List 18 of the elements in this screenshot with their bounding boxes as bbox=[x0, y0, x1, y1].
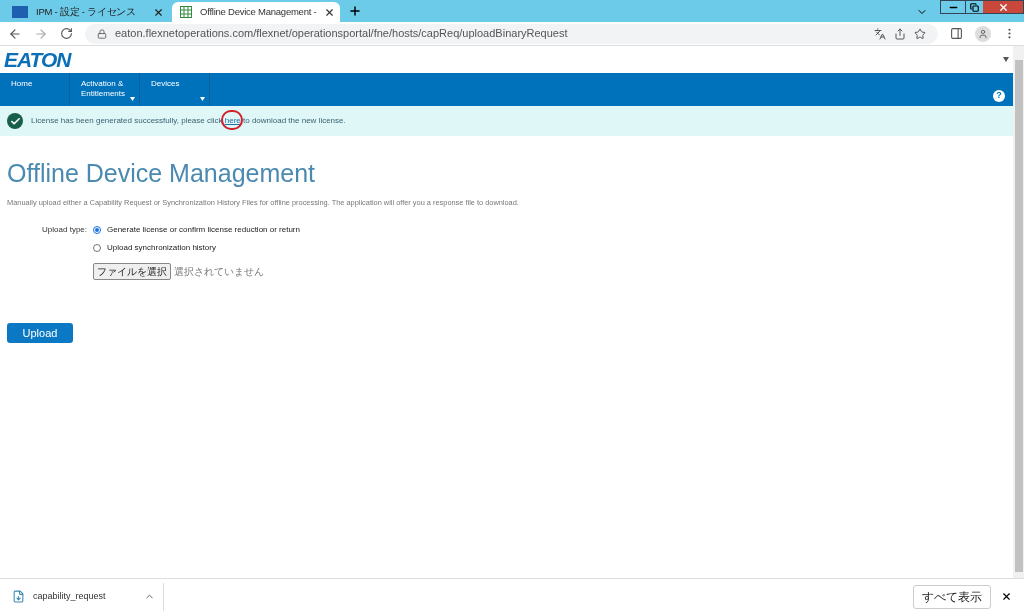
browser-tab[interactable]: Offline Device Management - bbox=[172, 2, 340, 22]
show-all-button[interactable]: すべて表示 bbox=[913, 584, 991, 609]
page-title: Offline Device Management bbox=[7, 158, 317, 188]
tab-title: Offline Device Management - bbox=[200, 4, 317, 19]
browser-tab[interactable]: IPM - 設定 - ライセンス bbox=[4, 2, 172, 22]
here-link[interactable]: here bbox=[224, 116, 241, 125]
address-bar[interactable]: eaton.flexnetoperations.com/flexnet/operationsportal/fne/hosts/capReq/uploadBinaryRequest bbox=[85, 23, 938, 44]
logo[interactable]: EATON bbox=[4, 43, 71, 76]
file-status: 選択されていません bbox=[174, 265, 264, 280]
help-icon[interactable]: ? bbox=[993, 89, 1005, 102]
radio-option[interactable]: Generate license or confirm license reduction or return bbox=[93, 224, 300, 237]
radio-option[interactable]: Upload synchronization history bbox=[93, 242, 300, 255]
choose-file-button[interactable]: ファイルを選択 bbox=[93, 263, 171, 281]
url-text: eaton.flexnetoperations.com/flexnet/operationsportal/fne/hosts/capReq/uploadBinaryRequest bbox=[115, 26, 569, 42]
upload-button[interactable]: Upload bbox=[7, 323, 73, 344]
upload-type-label: Upload type: bbox=[41, 224, 88, 237]
tab-title: IPM - 設定 - ライセンス bbox=[36, 4, 137, 19]
download-filename[interactable]: capability_request bbox=[33, 589, 106, 604]
